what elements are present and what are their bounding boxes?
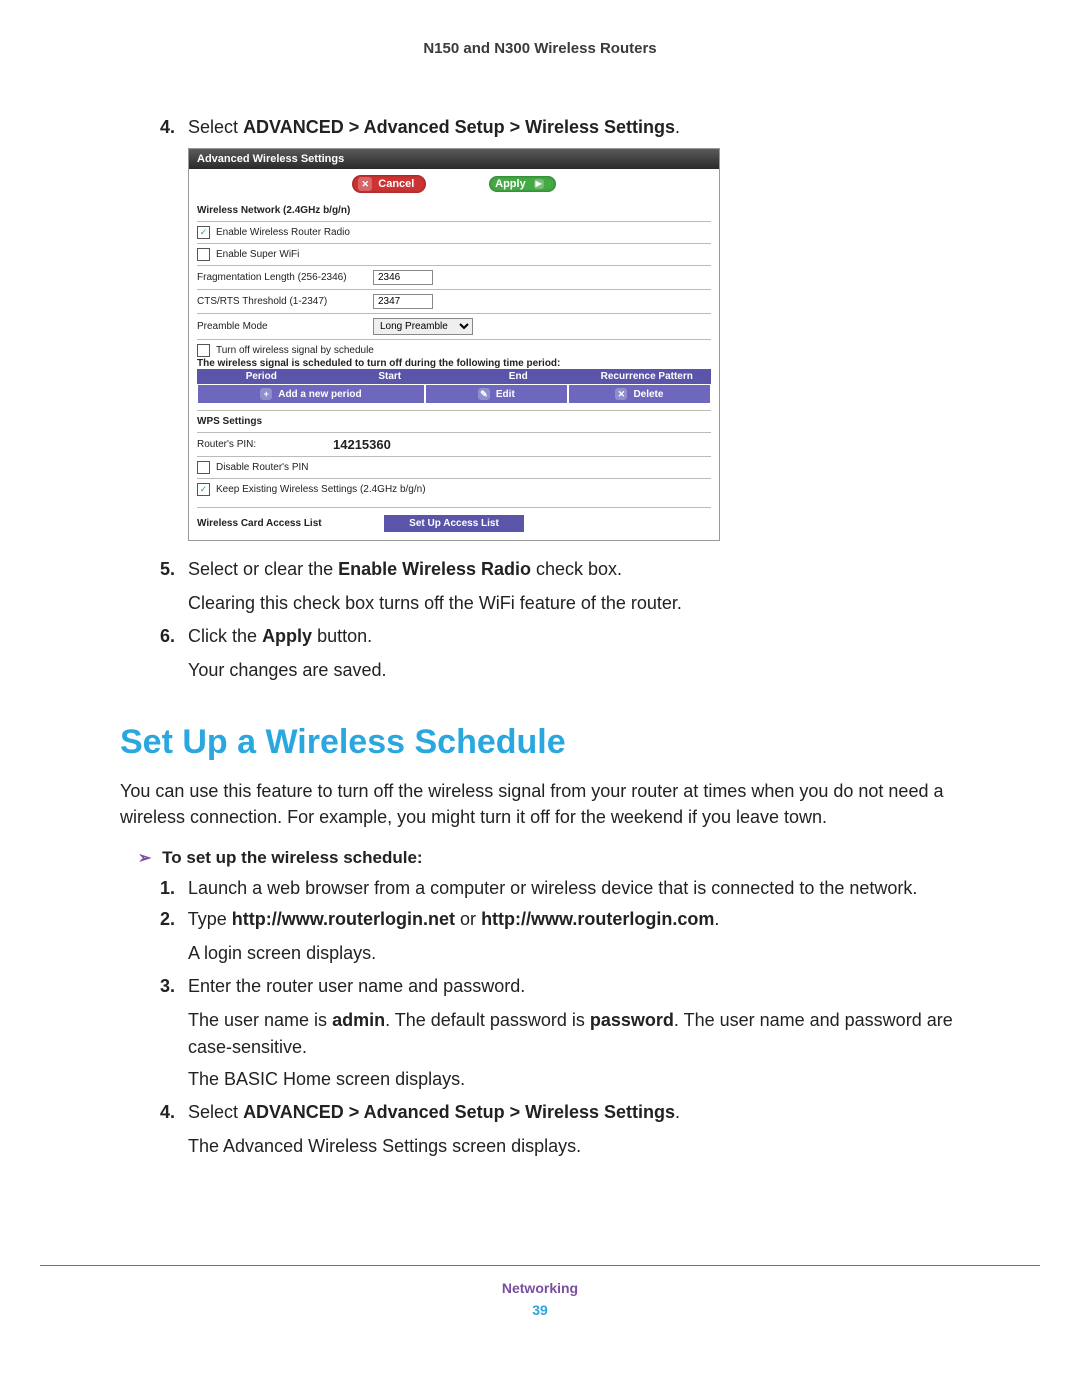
p4-num: 4. [160,1102,175,1122]
step-4-num: 4. [160,117,175,137]
step-5-post: check box. [531,559,622,579]
caret-right-icon: ➢ [138,850,151,867]
col-period: Period [197,369,326,384]
wps-heading: WPS Settings [197,414,711,429]
procedure-heading-text: To set up the wireless schedule: [162,848,422,867]
super-wifi-label: Enable Super WiFi [216,249,299,260]
schedule-note: The wireless signal is scheduled to turn… [197,358,711,369]
step-4-path: ADVANCED > Advanced Setup > Wireless Set… [243,117,675,137]
add-period-button[interactable]: + Add a new period [198,385,424,403]
cts-label: CTS/RTS Threshold (1-2347) [197,296,367,307]
p2-b1: http://www.routerlogin.net [232,909,455,929]
frag-input[interactable] [373,270,433,285]
add-period-label: Add a new period [278,389,361,400]
panel-title: Advanced Wireless Settings [189,149,719,169]
schedule-checkbox[interactable] [197,344,210,357]
document-header: N150 and N300 Wireless Routers [120,40,960,57]
p3-text: Enter the router user name and password. [188,976,525,996]
delete-label: Delete [633,389,663,400]
plus-icon: + [260,388,272,400]
step-6: 6. Click the Apply button. [160,626,960,647]
apply-button[interactable]: Apply ▶ [489,176,556,192]
step-4-pre: Select [188,117,243,137]
p3-line3: The BASIC Home screen displays. [188,1066,960,1092]
p3-line2: The user name is admin. The default pass… [188,1007,960,1059]
section-heading: Set Up a Wireless Schedule [120,723,960,762]
preamble-label: Preamble Mode [197,321,367,332]
p3-b2: password [590,1010,674,1030]
cancel-label: Cancel [378,178,414,190]
enable-radio-label: Enable Wireless Router Radio [216,227,350,238]
x-icon: ✕ [615,388,627,400]
router-ui-screenshot: Advanced Wireless Settings ✕ Cancel Appl… [188,148,720,541]
p2-num: 2. [160,909,175,929]
delete-period-button[interactable]: ✕ Delete [569,385,710,403]
col-end: End [454,369,583,384]
setup-access-list-button[interactable]: Set Up Access List [384,515,524,532]
proc-step-3: 3. Enter the router user name and passwo… [160,976,960,997]
preamble-select[interactable]: Long Preamble [373,318,473,335]
step-5-line2: Clearing this check box turns off the Wi… [188,590,960,616]
frag-label: Fragmentation Length (256-2346) [197,272,367,283]
proc-step-4: 4. Select ADVANCED > Advanced Setup > Wi… [160,1102,960,1123]
close-icon: ✕ [358,177,372,191]
wcal-heading: Wireless Card Access List [197,516,384,531]
step-6-post: button. [312,626,372,646]
intro-paragraph: You can use this feature to turn off the… [120,778,960,830]
p3-b1: admin [332,1010,385,1030]
step-6-num: 6. [160,626,175,646]
router-pin-value: 14215360 [333,437,391,452]
p4-path: ADVANCED > Advanced Setup > Wireless Set… [243,1102,675,1122]
disable-pin-label: Disable Router's PIN [216,462,309,473]
p2-post: . [714,909,719,929]
p1-num: 1. [160,878,175,898]
keep-settings-checkbox[interactable]: ✓ [197,483,210,496]
p4-line2: The Advanced Wireless Settings screen di… [188,1133,960,1159]
step-6-line2: Your changes are saved. [188,657,960,683]
p2-pre: Type [188,909,232,929]
step-5-bold: Enable Wireless Radio [338,559,531,579]
disable-pin-checkbox[interactable] [197,461,210,474]
p3-line2b: . The default password is [385,1010,590,1030]
footer-page-number: 39 [0,1302,1080,1318]
step-5-num: 5. [160,559,175,579]
chevron-right-icon: ▶ [534,179,544,189]
super-wifi-checkbox[interactable] [197,248,210,261]
cts-input[interactable] [373,294,433,309]
cancel-button[interactable]: ✕ Cancel [352,175,426,193]
schedule-label: Turn off wireless signal by schedule [216,345,374,356]
footer-section: Networking [0,1280,1080,1296]
p1-text: Launch a web browser from a computer or … [188,878,917,898]
proc-step-1: 1. Launch a web browser from a computer … [160,878,960,899]
step-5-pre: Select or clear the [188,559,338,579]
procedure-heading: ➢ To set up the wireless schedule: [138,848,960,868]
p3-num: 3. [160,976,175,996]
step-4: 4. Select ADVANCED > Advanced Setup > Wi… [160,117,960,138]
keep-settings-label: Keep Existing Wireless Settings (2.4GHz … [216,484,426,495]
enable-radio-checkbox[interactable]: ✓ [197,226,210,239]
apply-label: Apply [495,178,526,190]
col-start: Start [326,369,455,384]
proc-step-2: 2. Type http://www.routerlogin.net or ht… [160,909,960,930]
p4-post: . [675,1102,680,1122]
step-4-post: . [675,117,680,137]
p4-pre: Select [188,1102,243,1122]
step-5: 5. Select or clear the Enable Wireless R… [160,559,960,580]
wireless-network-heading: Wireless Network (2.4GHz b/g/n) [197,203,711,218]
p3-line2a: The user name is [188,1010,332,1030]
footer-rule [40,1265,1040,1266]
router-pin-label: Router's PIN: [197,439,327,450]
schedule-table-header: Period Start End Recurrence Pattern [197,369,711,384]
p2-b2: http://www.routerlogin.com [481,909,714,929]
edit-label: Edit [496,389,515,400]
edit-period-button[interactable]: ✎ Edit [426,385,567,403]
step-6-bold: Apply [262,626,312,646]
pencil-icon: ✎ [478,388,490,400]
col-recurrence: Recurrence Pattern [583,369,712,384]
p2-line2: A login screen displays. [188,940,960,966]
p2-mid: or [455,909,481,929]
step-6-pre: Click the [188,626,262,646]
